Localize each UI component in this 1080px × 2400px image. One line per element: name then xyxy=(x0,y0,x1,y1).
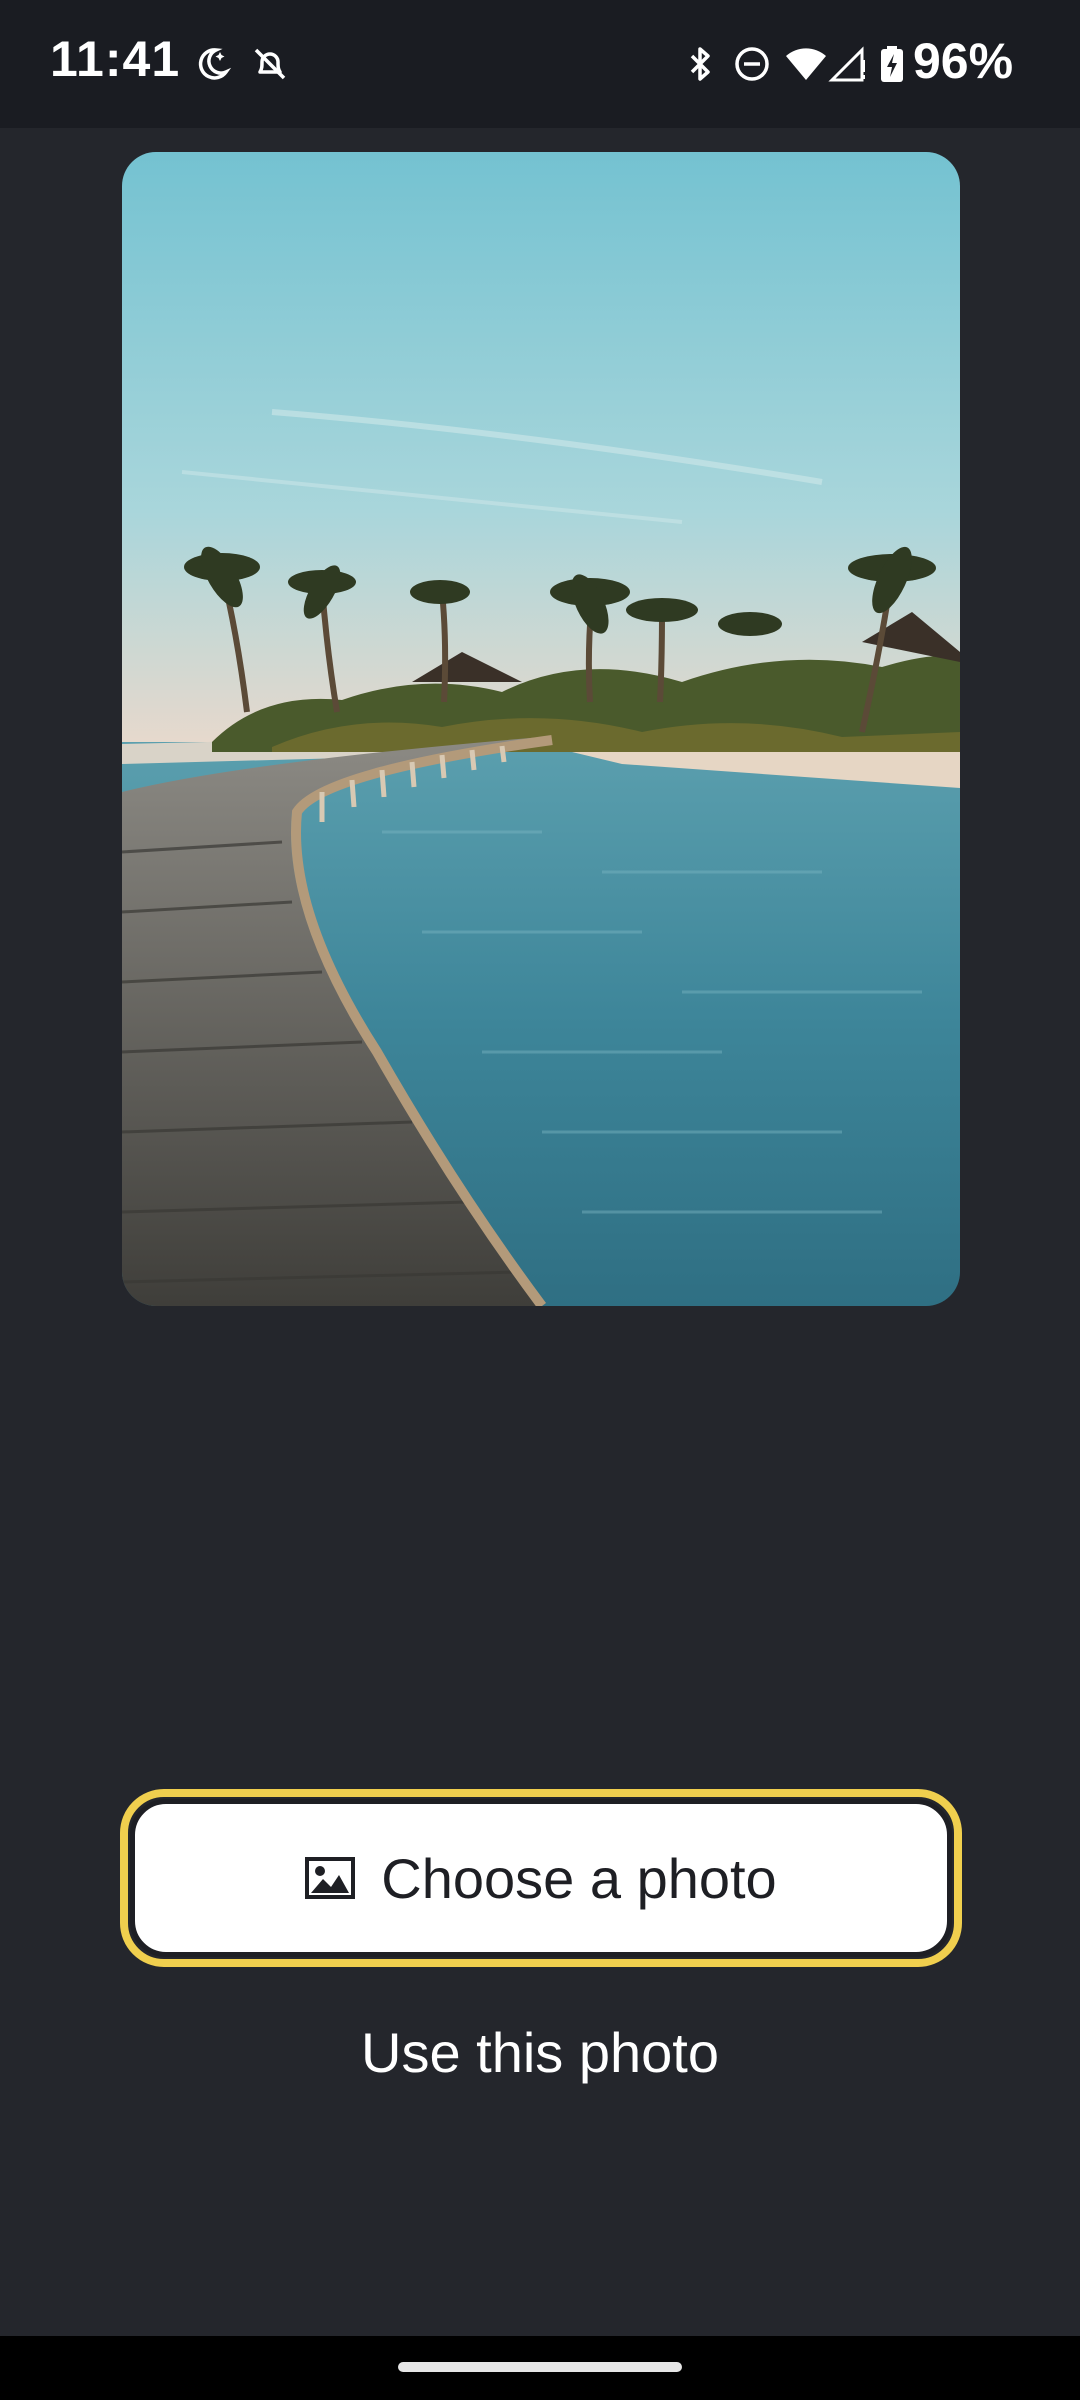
cellular-signal-icon xyxy=(828,46,865,82)
bluetooth-icon xyxy=(690,47,710,81)
alarm-off-icon xyxy=(254,48,286,80)
use-this-photo-button[interactable]: Use this photo xyxy=(0,2020,1080,2085)
home-gesture-handle[interactable] xyxy=(398,2362,682,2372)
status-bar: 11:41 96% xyxy=(0,0,1080,128)
photo-preview xyxy=(122,152,960,1306)
beach-boardwalk-photo xyxy=(122,152,960,1306)
image-icon xyxy=(305,1857,356,1899)
battery-percentage: 96% xyxy=(913,33,1014,89)
wifi-icon xyxy=(786,48,826,80)
moon-bedtime-icon xyxy=(198,48,232,80)
battery-charging-icon xyxy=(881,46,903,82)
choose-photo-button[interactable]: Choose a photo xyxy=(130,1799,952,1957)
choose-photo-label: Choose a photo xyxy=(381,1846,777,1910)
status-time: 11:41 xyxy=(50,31,181,87)
do-not-disturb-icon xyxy=(735,47,769,81)
